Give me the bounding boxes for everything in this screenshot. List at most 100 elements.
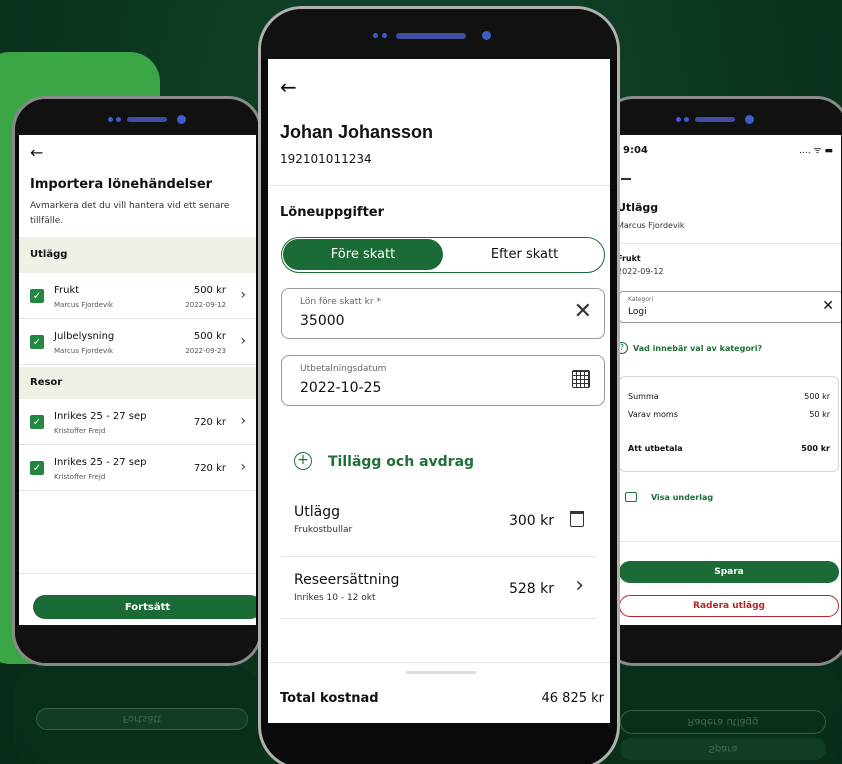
close-icon[interactable]: ✕: [822, 298, 834, 314]
payout-date-input[interactable]: Utbetalningsdatum 2022-10-25: [281, 355, 605, 406]
item-name: Frukt: [54, 285, 80, 296]
speaker: [127, 117, 167, 122]
page-title: Utlägg: [617, 201, 659, 214]
left-screen: ← Importera lönehändelser Avmarkera det …: [19, 135, 256, 625]
item-amount: 300 kr: [508, 513, 554, 529]
sensor-dot: [382, 33, 387, 38]
item-subtitle: Frukostbullar: [294, 525, 353, 535]
status-icons: .... ᯤ ▬: [799, 146, 833, 156]
list-item[interactable]: ✓ Frukt Marcus Fjordevik 500 kr 2022-09-…: [19, 275, 256, 319]
summary-label: Varav moms: [628, 410, 678, 419]
speaker: [396, 33, 466, 39]
status-time: 9:04: [623, 145, 648, 156]
item-amount: 720 kr: [193, 417, 226, 428]
footer-divider: [613, 541, 841, 542]
salary-label: Lön före skatt kr *: [300, 297, 381, 307]
footer-divider: [19, 573, 256, 574]
section-title: Löneuppgifter: [280, 205, 385, 220]
list-item[interactable]: Reseersättning Inrikes 10 - 12 okt 528 k…: [282, 557, 596, 619]
help-link[interactable]: Vad innebär val av kategori?: [633, 344, 762, 353]
checkbox[interactable]: ✓: [30, 415, 44, 429]
header-divider: [268, 185, 610, 186]
list-item[interactable]: ✓ Inrikes 25 - 27 sep Kristoffer Frejd 7…: [19, 401, 256, 445]
left-phone-topbar: [15, 99, 259, 137]
summary-card: Summa 500 kr Varav moms 50 kr Att utbeta…: [619, 376, 839, 472]
page-title: Importera lönehändelser: [30, 177, 213, 192]
tax-toggle[interactable]: Före skatt Efter skatt: [281, 237, 605, 273]
sensor-dot: [676, 117, 681, 122]
back-arrow-icon[interactable]: ←: [280, 75, 297, 99]
date-label: Utbetalningsdatum: [300, 364, 387, 374]
section-header-resor: Resor: [19, 367, 256, 399]
delete-button[interactable]: Radera utlägg: [619, 595, 839, 617]
back-arrow-icon[interactable]: ←: [30, 143, 43, 162]
right-reflection-button-2: Spara: [620, 738, 826, 760]
item-date: 2022-09-12: [185, 301, 226, 309]
right-phone: 9:04 .... ᯤ ▬ Utlägg Marcus Fjordevik Fr…: [600, 96, 842, 666]
total-value: 46 825 kr: [541, 691, 605, 706]
category-select[interactable]: Kategori Logi ✕: [619, 291, 841, 323]
section-header-utlagg: Utlägg: [19, 237, 256, 273]
total-label: Total kostnad: [280, 691, 379, 706]
tab-efter-skatt[interactable]: Efter skatt: [447, 239, 602, 270]
save-button[interactable]: Spara: [619, 561, 839, 583]
trash-icon[interactable]: [570, 511, 584, 527]
sensor-dot: [373, 33, 378, 38]
payout-label: Att utbetala: [628, 444, 683, 453]
list-item[interactable]: ✓ Julbelysning Marcus Fjordevik 500 kr 2…: [19, 321, 256, 365]
item-amount: 528 kr: [508, 581, 554, 597]
left-reflection-button: Fortsätt: [36, 708, 248, 730]
chevron-right-icon[interactable]: ›: [240, 333, 246, 349]
sensor-dot: [116, 117, 121, 122]
category-label: Kategori: [628, 296, 654, 303]
item-date: 2022-09-12: [617, 267, 664, 276]
add-circle-icon[interactable]: +: [294, 452, 312, 470]
chevron-right-icon[interactable]: ›: [575, 573, 584, 598]
add-adjustments-link[interactable]: Tillägg och avdrag: [328, 454, 474, 470]
salary-input[interactable]: Lön före skatt kr * 35000 ✕: [281, 288, 605, 339]
speaker: [695, 117, 735, 122]
image-icon: [625, 492, 637, 502]
center-phone: ← Johan Johansson 192101011234 Löneuppgi…: [258, 6, 620, 764]
header-underline: [621, 178, 631, 180]
left-phone: ← Importera lönehändelser Avmarkera det …: [12, 96, 262, 666]
personal-number: 192101011234: [280, 152, 372, 166]
item-person: Marcus Fjordevik: [54, 301, 114, 309]
item-title: Utlägg: [294, 504, 340, 520]
center-phone-topbar: [261, 9, 617, 59]
summary-label: Summa: [628, 392, 659, 401]
item-name: Julbelysning: [54, 331, 115, 342]
right-phone-bottombar: [603, 625, 842, 663]
list-item[interactable]: ✓ Inrikes 25 - 27 sep Kristoffer Frejd 7…: [19, 447, 256, 491]
right-reflection-button: Radera utlägg: [620, 710, 826, 734]
item-person: Marcus Fjordevik: [54, 347, 114, 355]
continue-button[interactable]: Fortsätt: [33, 595, 256, 619]
sheet-handle: [406, 671, 476, 674]
checkbox[interactable]: ✓: [30, 289, 44, 303]
clear-icon[interactable]: ✕: [574, 299, 592, 324]
list-item[interactable]: Utlägg Frukostbullar 300 kr: [282, 489, 596, 557]
item-person: Kristoffer Frejd: [54, 427, 106, 435]
checkbox[interactable]: ✓: [30, 461, 44, 475]
attachment-link[interactable]: Visa underlag: [651, 493, 713, 502]
payout-value: 500 kr: [801, 444, 830, 453]
checkbox[interactable]: ✓: [30, 335, 44, 349]
item-person: Kristoffer Frejd: [54, 473, 106, 481]
item-date: 2022-09-23: [185, 347, 226, 355]
item-amount: 720 kr: [193, 463, 226, 474]
item-amount: 500 kr: [193, 285, 226, 296]
tab-fore-skatt[interactable]: Före skatt: [283, 239, 443, 270]
chevron-right-icon[interactable]: ›: [240, 413, 246, 429]
center-screen: ← Johan Johansson 192101011234 Löneuppgi…: [268, 59, 610, 723]
date-value: 2022-10-25: [300, 380, 382, 396]
chevron-right-icon[interactable]: ›: [240, 287, 246, 303]
person-name: Marcus Fjordevik: [617, 221, 685, 230]
header-divider: [613, 243, 841, 244]
item-subtitle: Inrikes 10 - 12 okt: [294, 593, 376, 603]
item-name: Inrikes 25 - 27 sep: [54, 411, 147, 422]
summary-value: 50 kr: [809, 410, 830, 419]
calendar-icon[interactable]: [572, 370, 590, 388]
footer-divider: [268, 662, 610, 663]
chevron-right-icon[interactable]: ›: [240, 459, 246, 475]
camera: [177, 115, 186, 124]
